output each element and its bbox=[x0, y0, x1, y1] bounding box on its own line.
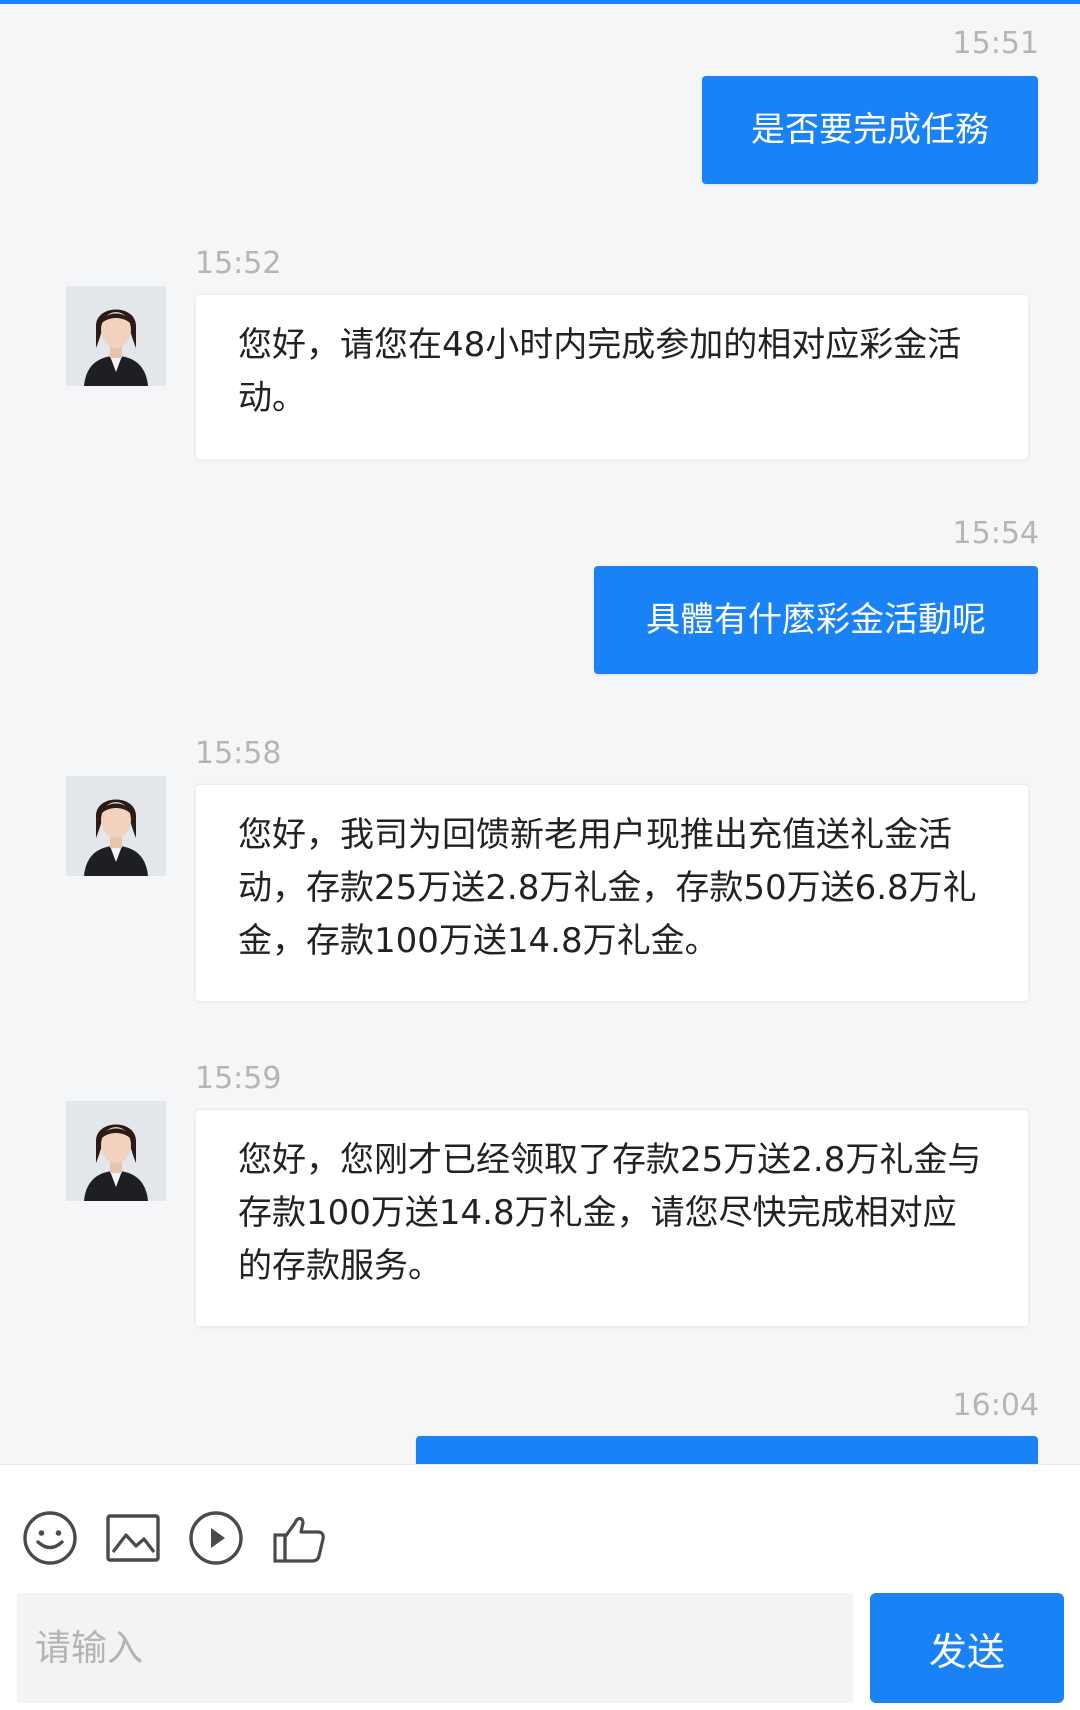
message-timestamp: 16:04 bbox=[952, 1388, 1039, 1423]
agent-avatar[interactable] bbox=[66, 776, 166, 876]
person-avatar-icon bbox=[66, 776, 166, 876]
incoming-message-bubble[interactable]: 您好，我司为回馈新老用户现推出充值送礼金活动，存款25万送2.8万礼金，存款50… bbox=[195, 784, 1029, 1002]
incoming-message-bubble[interactable]: 您好，请您在48小时内完成参加的相对应彩金活动。 bbox=[195, 294, 1029, 460]
composer-panel: 发送 bbox=[0, 1464, 1080, 1710]
chat-history[interactable]: 15:51 是否要完成任務 15:52 您好，请您在48小时内完成参加的相对应彩… bbox=[0, 4, 1080, 1464]
image-icon[interactable] bbox=[104, 1509, 162, 1567]
thumbs-up-icon[interactable] bbox=[270, 1509, 328, 1567]
play-icon[interactable] bbox=[187, 1509, 245, 1567]
message-timestamp: 15:59 bbox=[195, 1061, 282, 1096]
agent-avatar[interactable] bbox=[66, 286, 166, 386]
incoming-message-bubble[interactable]: 您好，您刚才已经领取了存款25万送2.8万礼金与存款100万送14.8万礼金，请… bbox=[195, 1109, 1029, 1327]
message-timestamp: 15:58 bbox=[195, 736, 282, 771]
agent-avatar[interactable] bbox=[66, 1101, 166, 1201]
emoji-icon[interactable] bbox=[21, 1509, 79, 1567]
message-timestamp: 15:52 bbox=[195, 246, 282, 281]
send-button[interactable]: 发送 bbox=[870, 1593, 1064, 1703]
outgoing-message-bubble[interactable]: 是否要完成任務 bbox=[702, 76, 1038, 184]
person-avatar-icon bbox=[66, 286, 166, 386]
message-timestamp: 15:54 bbox=[952, 516, 1039, 551]
person-avatar-icon bbox=[66, 1101, 166, 1201]
message-input[interactable] bbox=[17, 1593, 853, 1703]
message-timestamp: 15:51 bbox=[952, 26, 1039, 61]
outgoing-message-bubble[interactable] bbox=[416, 1436, 1038, 1464]
outgoing-message-bubble[interactable]: 具體有什麼彩金活動呢 bbox=[594, 566, 1038, 674]
